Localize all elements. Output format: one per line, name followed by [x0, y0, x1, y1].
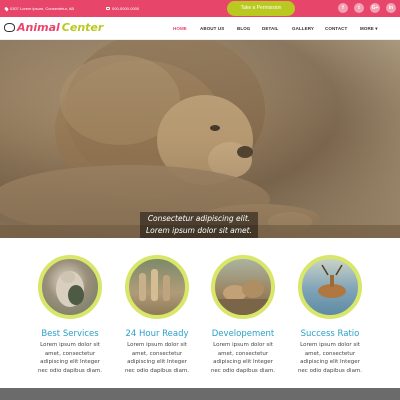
desc-line: amet, consectetur: [217, 350, 269, 357]
main-navbar: Animal Center HOME ABOUT US BLOG DETAIL …: [0, 17, 400, 40]
desc-line: amet, consectetur: [44, 350, 96, 357]
google-plus-icon[interactable]: G+: [370, 3, 380, 13]
desc-line: adipiscing elit Integer: [300, 359, 360, 365]
desc-line: Lorem ipsum dolor sit: [300, 342, 360, 348]
service-photo-deer: [298, 255, 362, 319]
nav-blog[interactable]: BLOG: [237, 26, 250, 31]
service-title: 24 Hour Ready: [125, 329, 189, 339]
desc-line: Lorem ipsum dolor sit: [40, 342, 100, 348]
service-description: Lorem ipsum dolor sit amet, consectetur …: [199, 341, 287, 375]
desc-line: Lorem ipsum dolor sit: [127, 342, 187, 348]
hero-banner: Consectetur adipiscing elit. Lorem ipsum…: [0, 40, 400, 238]
facebook-icon[interactable]: f: [338, 3, 348, 13]
take-permission-button[interactable]: Take a Permission: [227, 1, 295, 16]
service-description: Lorem ipsum dolor sit amet, consectetur …: [286, 341, 374, 375]
desc-line: nec odio dapibus diam.: [37, 367, 103, 374]
service-photo-bird: [38, 255, 102, 319]
hero-caption-line2: Lorem ipsum dolor sit amet.: [146, 226, 252, 235]
linkedin-icon[interactable]: in: [386, 3, 396, 13]
hero-caption-line1: Consectetur adipiscing elit.: [147, 214, 251, 223]
logo-word-animal: Animal: [17, 21, 60, 34]
service-description: Lorem ipsum dolor sit amet, consectetur …: [113, 341, 201, 375]
nav-more[interactable]: MORE ▾: [360, 26, 378, 32]
top-bar: 0307 Lorem ipsum, Consectetur, AB 000-00…: [0, 0, 400, 17]
nav-home[interactable]: HOME: [173, 26, 187, 31]
service-title: Success Ratio: [300, 329, 360, 339]
service-card[interactable]: 24 Hour Ready Lorem ipsum dolor sit amet…: [113, 255, 201, 375]
phone: 000-0000-0000: [106, 6, 139, 11]
desc-line: amet, consectetur: [131, 350, 183, 357]
service-title: Developement: [211, 329, 275, 339]
desc-line: nec odio dapibus diam.: [210, 367, 276, 374]
desc-line: adipiscing elit Integer: [127, 359, 187, 365]
desc-line: nec odio dapibus diam.: [297, 367, 363, 374]
logo-word-center: Center: [61, 21, 104, 34]
footer-strip: [0, 388, 400, 400]
service-photo-lions: [211, 255, 275, 319]
nav-gallery[interactable]: GALLERY: [292, 26, 314, 31]
address: 0307 Lorem ipsum, Consectetur, AB: [4, 6, 75, 11]
service-description: Lorem ipsum dolor sit amet, consectetur …: [26, 341, 114, 375]
service-card[interactable]: Developement Lorem ipsum dolor sit amet,…: [199, 255, 287, 375]
hero-caption: Consectetur adipiscing elit. Lorem ipsum…: [140, 212, 258, 238]
hero-overlay: [0, 40, 400, 238]
desc-line: Lorem ipsum dolor sit: [213, 342, 273, 348]
nav-contact[interactable]: CONTACT: [325, 26, 347, 31]
service-title: Best Services: [41, 329, 99, 339]
desc-line: adipiscing elit Integer: [40, 359, 100, 365]
twitter-icon[interactable]: t: [354, 3, 364, 13]
desc-line: adipiscing elit Integer: [213, 359, 273, 365]
phone-text: 000-0000-0000: [112, 6, 140, 11]
service-card[interactable]: Best Services Lorem ipsum dolor sit amet…: [26, 255, 114, 375]
desc-line: amet, consectetur: [304, 350, 356, 357]
desc-line: nec odio dapibus diam.: [124, 367, 190, 374]
phone-icon: [106, 7, 110, 10]
site-logo[interactable]: Animal Center: [4, 21, 103, 34]
map-pin-icon: [4, 6, 9, 11]
nav-about-us[interactable]: ABOUT US: [200, 26, 224, 31]
paw-icon: [4, 23, 15, 32]
address-text: 0307 Lorem ipsum, Consectetur, AB: [10, 6, 75, 11]
service-photo-meerkats: [125, 255, 189, 319]
services-section: Best Services Lorem ipsum dolor sit amet…: [0, 238, 400, 388]
nav-detail[interactable]: DETAIL: [262, 26, 279, 31]
service-card[interactable]: Success Ratio Lorem ipsum dolor sit amet…: [286, 255, 374, 375]
